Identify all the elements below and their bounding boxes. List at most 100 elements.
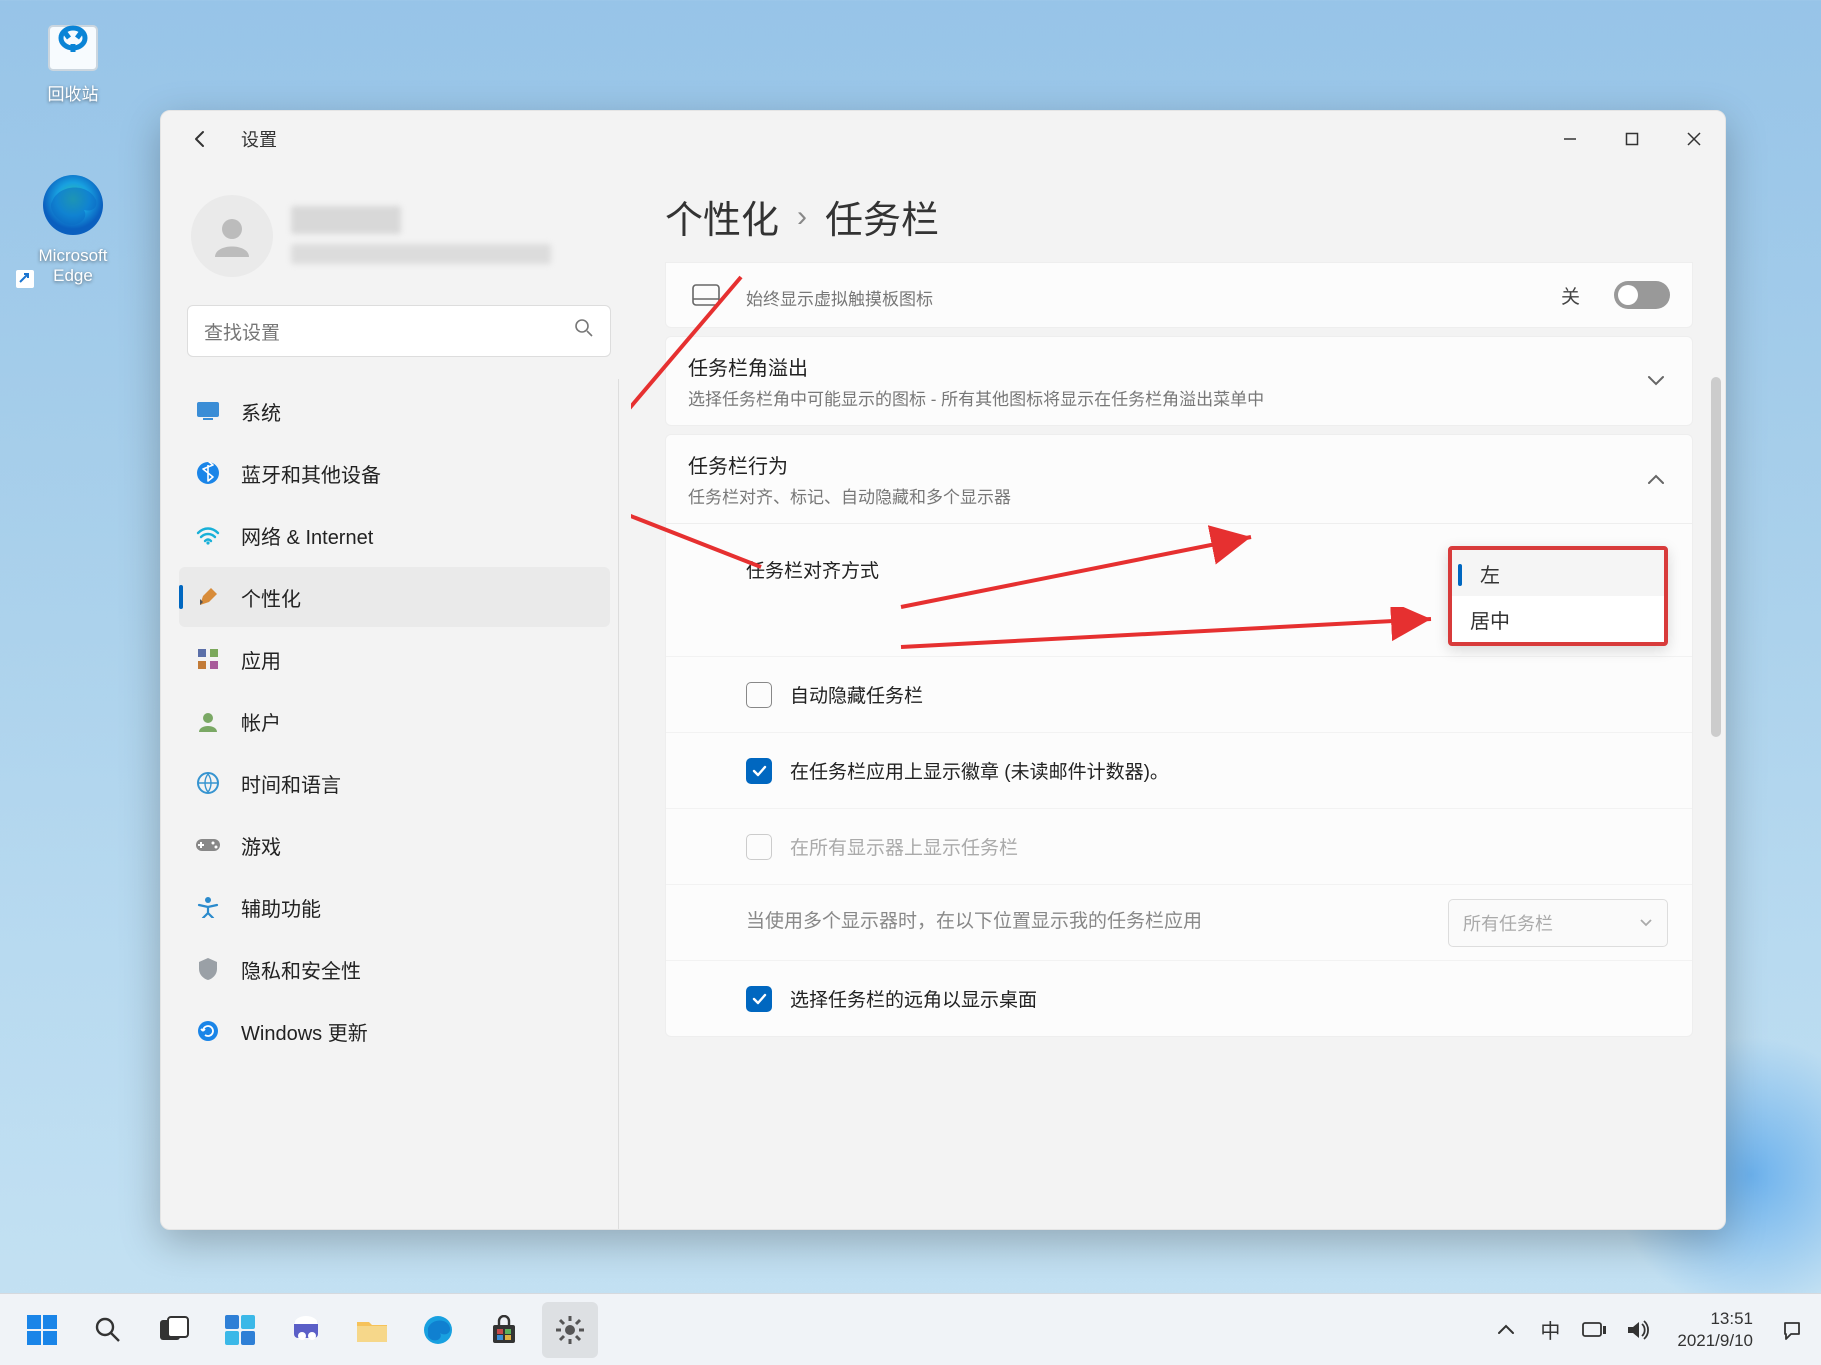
taskbar-behavior-header[interactable]: 任务栏行为 任务栏对齐、标记、自动隐藏和多个显示器 bbox=[666, 435, 1692, 523]
touchpad-icon bbox=[688, 284, 724, 306]
sidebar-item-label: 蓝牙和其他设备 bbox=[241, 459, 381, 488]
badges-checkbox[interactable] bbox=[746, 758, 772, 784]
chevron-up-icon bbox=[1642, 473, 1670, 485]
apps-icon bbox=[195, 646, 221, 672]
autohide-checkbox[interactable] bbox=[746, 682, 772, 708]
ime-indicator[interactable]: 中 bbox=[1535, 1315, 1565, 1345]
alignment-option-row: 任务栏对齐方式 左 居中 bbox=[666, 524, 1692, 656]
clock-time: 13:51 bbox=[1677, 1308, 1753, 1329]
edge-taskbar-button[interactable] bbox=[410, 1302, 466, 1358]
accessibility-icon bbox=[195, 894, 221, 920]
overflow-title: 任务栏角溢出 bbox=[688, 352, 1620, 381]
recycle-bin-icon bbox=[38, 14, 108, 74]
show-desktop-checkbox[interactable] bbox=[746, 986, 772, 1012]
search-input[interactable]: 查找设置 bbox=[187, 305, 611, 357]
account-icon bbox=[195, 708, 221, 734]
sidebar-item-accounts[interactable]: 帐户 bbox=[179, 691, 610, 751]
alignment-option-left[interactable]: 左 bbox=[1452, 550, 1664, 596]
sidebar-item-accessibility[interactable]: 辅助功能 bbox=[179, 877, 610, 937]
back-button[interactable] bbox=[179, 117, 223, 161]
sidebar-item-label: 游戏 bbox=[241, 831, 281, 860]
search-placeholder: 查找设置 bbox=[204, 318, 574, 345]
settings-window: 设置 查找设置 系统 bbox=[160, 110, 1726, 1230]
sidebar-item-personalization[interactable]: 个性化 bbox=[179, 567, 610, 627]
alignment-dropdown-open[interactable]: 左 居中 bbox=[1448, 546, 1668, 646]
behavior-title: 任务栏行为 bbox=[688, 450, 1620, 479]
recycle-bin-label: 回收站 bbox=[48, 80, 99, 105]
user-block[interactable] bbox=[179, 179, 619, 301]
sidebar-item-label: 帐户 bbox=[241, 707, 281, 736]
store-button[interactable] bbox=[476, 1302, 532, 1358]
sidebar-item-label: 隐私和安全性 bbox=[241, 955, 361, 984]
sidebar-item-bluetooth[interactable]: 蓝牙和其他设备 bbox=[179, 443, 610, 503]
title-bar: 设置 bbox=[161, 111, 1725, 167]
chevron-down-icon bbox=[1642, 375, 1670, 387]
show-desktop-option-row[interactable]: 选择任务栏的远角以显示桌面 bbox=[666, 960, 1692, 1036]
breadcrumb-parent[interactable]: 个性化 bbox=[665, 189, 779, 244]
explorer-button[interactable] bbox=[344, 1302, 400, 1358]
tray-overflow-button[interactable] bbox=[1491, 1315, 1521, 1345]
touchpad-toggle[interactable] bbox=[1614, 281, 1670, 309]
sidebar-item-network[interactable]: 网络 & Internet bbox=[179, 505, 610, 565]
app-title: 设置 bbox=[241, 126, 277, 152]
recycle-bin-desktop-icon[interactable]: 回收站 bbox=[18, 14, 128, 105]
sidebar-item-apps[interactable]: 应用 bbox=[179, 629, 610, 689]
show-desktop-label: 选择任务栏的远角以显示桌面 bbox=[790, 985, 1037, 1012]
notification-tray-icon[interactable] bbox=[1777, 1315, 1807, 1345]
network-tray-icon[interactable] bbox=[1579, 1315, 1609, 1345]
sidebar-item-label: 时间和语言 bbox=[241, 769, 341, 798]
update-icon bbox=[195, 1018, 221, 1044]
touchpad-subtitle: 始终显示虚拟触摸板图标 bbox=[746, 285, 1539, 310]
autohide-option-row[interactable]: 自动隐藏任务栏 bbox=[666, 656, 1692, 732]
sidebar-item-label: 辅助功能 bbox=[241, 893, 321, 922]
sidebar-item-timelang[interactable]: 时间和语言 bbox=[179, 753, 610, 813]
autohide-label: 自动隐藏任务栏 bbox=[790, 681, 923, 708]
multi-display-text: 当使用多个显示器时，在以下位置显示我的任务栏应用 bbox=[746, 890, 1430, 955]
close-button[interactable] bbox=[1663, 111, 1725, 167]
corner-overflow-card[interactable]: 任务栏角溢出 选择任务栏角中可能显示的图标 - 所有其他图标将显示在任务栏角溢出… bbox=[665, 336, 1693, 426]
all-displays-option-row[interactable]: 在所有显示器上显示任务栏 bbox=[666, 808, 1692, 884]
clock[interactable]: 13:51 2021/9/10 bbox=[1677, 1308, 1753, 1351]
sidebar-item-update[interactable]: Windows 更新 bbox=[179, 1001, 610, 1061]
taskbar-behavior-card: 任务栏行为 任务栏对齐、标记、自动隐藏和多个显示器 任务栏对齐方式 左 居中 bbox=[665, 434, 1693, 1037]
volume-tray-icon[interactable] bbox=[1623, 1315, 1653, 1345]
settings-taskbar-button[interactable] bbox=[542, 1302, 598, 1358]
personalize-icon bbox=[195, 584, 221, 610]
edge-desktop-icon[interactable]: Microsoft Edge bbox=[18, 170, 128, 286]
multi-display-dropdown[interactable]: 所有任务栏 bbox=[1448, 899, 1668, 947]
multi-display-option-row: 当使用多个显示器时，在以下位置显示我的任务栏应用 所有任务栏 bbox=[666, 884, 1692, 960]
chat-button[interactable] bbox=[278, 1302, 334, 1358]
widgets-button[interactable] bbox=[212, 1302, 268, 1358]
toggle-state-label: 关 bbox=[1561, 282, 1580, 309]
sidebar-item-privacy[interactable]: 隐私和安全性 bbox=[179, 939, 610, 999]
minimize-button[interactable] bbox=[1539, 111, 1601, 167]
sidebar-item-label: 网络 & Internet bbox=[241, 521, 373, 550]
maximize-button[interactable] bbox=[1601, 111, 1663, 167]
virtual-touchpad-card[interactable]: 始终显示虚拟触摸板图标 关 bbox=[665, 262, 1693, 328]
all-displays-label: 在所有显示器上显示任务栏 bbox=[790, 833, 1018, 860]
overflow-subtitle: 选择任务栏角中可能显示的图标 - 所有其他图标将显示在任务栏角溢出菜单中 bbox=[688, 385, 1620, 410]
sidebar-item-gaming[interactable]: 游戏 bbox=[179, 815, 610, 875]
alignment-option-center[interactable]: 居中 bbox=[1452, 596, 1664, 642]
search-taskbar-button[interactable] bbox=[80, 1302, 136, 1358]
scrollbar[interactable] bbox=[1711, 377, 1721, 737]
alignment-label: 任务栏对齐方式 bbox=[746, 556, 879, 583]
taskbar: 中 13:51 2021/9/10 bbox=[0, 1293, 1821, 1365]
multi-display-value: 所有任务栏 bbox=[1463, 910, 1553, 936]
sidebar-item-label: 应用 bbox=[241, 645, 281, 674]
badges-option-row[interactable]: 在任务栏应用上显示徽章 (未读邮件计数器)。 bbox=[666, 732, 1692, 808]
avatar bbox=[191, 195, 273, 277]
breadcrumb: 个性化 › 任务栏 bbox=[665, 175, 1699, 262]
start-button[interactable] bbox=[14, 1302, 70, 1358]
privacy-icon bbox=[195, 956, 221, 982]
edge-icon bbox=[38, 170, 108, 240]
behavior-subtitle: 任务栏对齐、标记、自动隐藏和多个显示器 bbox=[688, 483, 1620, 508]
sidebar-item-label: 个性化 bbox=[241, 583, 301, 612]
sidebar-item-system[interactable]: 系统 bbox=[179, 381, 610, 441]
sidebar: 查找设置 系统 蓝牙和其他设备 网络 & Internet bbox=[161, 167, 631, 1229]
badges-label: 在任务栏应用上显示徽章 (未读邮件计数器)。 bbox=[790, 757, 1169, 784]
gaming-icon bbox=[195, 832, 221, 858]
taskview-button[interactable] bbox=[146, 1302, 202, 1358]
all-displays-checkbox[interactable] bbox=[746, 834, 772, 860]
edge-label: Microsoft Edge bbox=[18, 246, 128, 286]
